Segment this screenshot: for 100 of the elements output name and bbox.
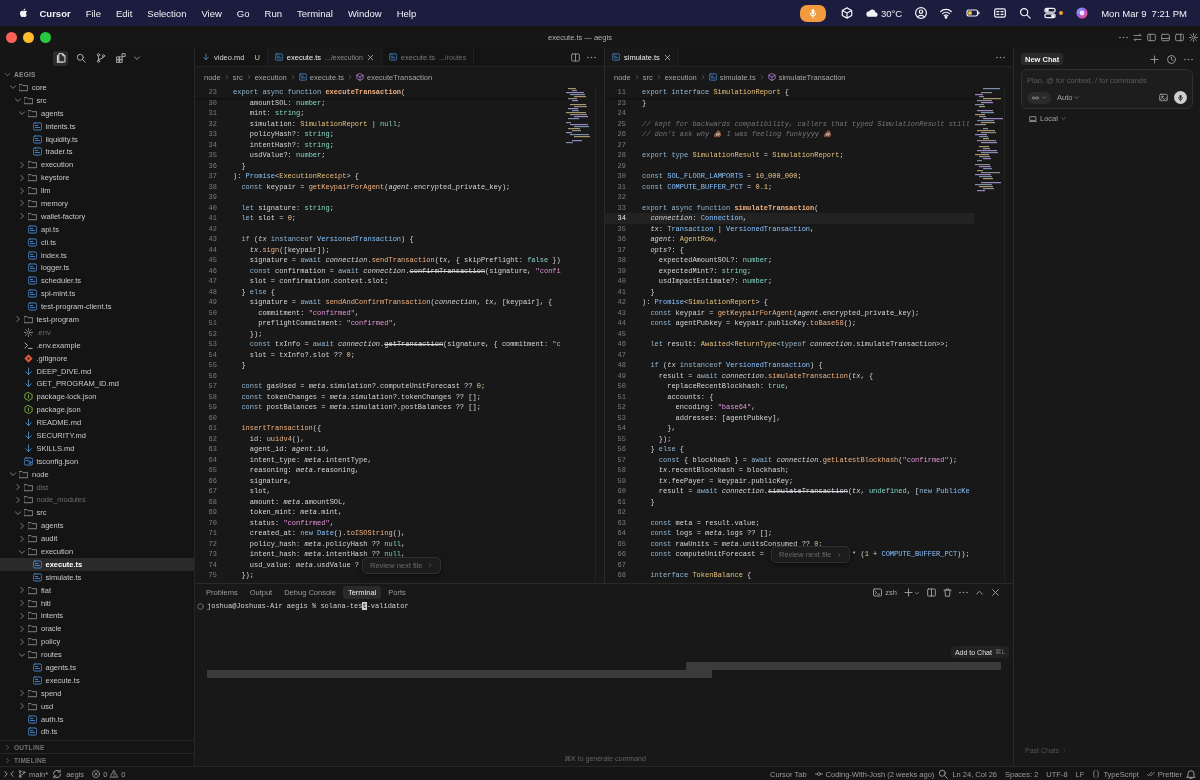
chevron-right-icon bbox=[426, 562, 433, 568]
menu-item[interactable]: Run bbox=[257, 7, 290, 19]
code-file-icon bbox=[28, 727, 37, 737]
caret-icon bbox=[1074, 95, 1080, 100]
menu-item[interactable]: Window bbox=[340, 7, 390, 19]
wifi-icon[interactable] bbox=[940, 7, 953, 19]
split-terminal-icon[interactable] bbox=[927, 588, 936, 597]
laptop-icon bbox=[1029, 114, 1037, 123]
menu-item[interactable]: View bbox=[193, 7, 230, 19]
clock[interactable]: 7:21 PM bbox=[1151, 7, 1187, 19]
extensions-view-button[interactable] bbox=[113, 50, 128, 66]
code-file-icon bbox=[28, 250, 37, 260]
menu-item[interactable]: Help bbox=[389, 7, 424, 19]
diamond-icon bbox=[23, 353, 33, 363]
cloud-icon[interactable] bbox=[865, 7, 878, 19]
chevron-right-icon bbox=[289, 74, 296, 80]
hexagon-icon bbox=[23, 405, 33, 415]
search-icon[interactable] bbox=[938, 769, 949, 779]
chevron-up-icon[interactable] bbox=[975, 588, 984, 597]
minimap[interactable] bbox=[974, 88, 1004, 192]
menu-item[interactable]: Edit bbox=[108, 7, 140, 19]
settings-icon[interactable] bbox=[1189, 32, 1198, 42]
sidebar-toggle-icon[interactable] bbox=[1175, 32, 1184, 42]
down-arrow-icon bbox=[23, 366, 33, 376]
weather-reading[interactable]: 30°C bbox=[880, 7, 903, 19]
menu-item[interactable]: File bbox=[78, 7, 109, 19]
close-icon[interactable] bbox=[991, 588, 1000, 597]
swap-arrows-icon[interactable] bbox=[1133, 32, 1142, 42]
code-file-icon bbox=[28, 289, 37, 299]
panel-toggle-icon[interactable] bbox=[1161, 32, 1170, 42]
caret-icon bbox=[1042, 95, 1047, 100]
agent-mode-button[interactable] bbox=[1027, 91, 1051, 104]
toggle-switches-icon[interactable] bbox=[1044, 7, 1057, 19]
chevron-right-icon bbox=[699, 74, 706, 80]
chevron-right-icon bbox=[633, 74, 640, 80]
gradient-orb-icon[interactable] bbox=[1076, 7, 1089, 19]
code-file-icon bbox=[612, 53, 620, 61]
status-circle-icon bbox=[197, 602, 204, 610]
plus-icon[interactable] bbox=[904, 588, 913, 597]
code-file-icon bbox=[32, 572, 42, 582]
chevron-right-icon bbox=[347, 74, 353, 80]
chevron-right-icon bbox=[1062, 748, 1068, 753]
app-menu[interactable]: Cursor bbox=[32, 7, 79, 19]
image-icon[interactable] bbox=[1159, 93, 1168, 102]
bell-icon[interactable] bbox=[1186, 769, 1196, 779]
battery-icon[interactable] bbox=[965, 7, 982, 19]
extensions-icon bbox=[115, 53, 126, 63]
chevron-down-icon[interactable] bbox=[133, 54, 141, 62]
card-icon[interactable] bbox=[994, 7, 1007, 19]
user-icon[interactable] bbox=[915, 7, 928, 19]
remote-icon[interactable] bbox=[4, 769, 14, 779]
apple-logo-icon[interactable] bbox=[18, 7, 29, 19]
caret-icon[interactable] bbox=[914, 589, 920, 596]
search-icon bbox=[75, 53, 86, 63]
history-icon[interactable] bbox=[1167, 54, 1176, 64]
menu-item[interactable]: Selection bbox=[139, 7, 194, 19]
code-file-icon bbox=[298, 73, 307, 81]
code-file-icon bbox=[388, 53, 397, 61]
files-icon bbox=[55, 53, 66, 63]
code-file-icon bbox=[708, 73, 717, 81]
code-file-icon bbox=[28, 302, 37, 312]
warning-icon bbox=[110, 770, 119, 778]
cube-icon[interactable] bbox=[840, 7, 853, 19]
close-icon[interactable] bbox=[663, 53, 671, 61]
gear-icon bbox=[23, 327, 33, 337]
microphone-icon bbox=[1177, 93, 1184, 102]
search-icon[interactable] bbox=[1019, 7, 1032, 19]
sidebar-toggle-icon[interactable] bbox=[1147, 32, 1156, 42]
sync-icon[interactable] bbox=[52, 769, 63, 779]
chevron-right-icon bbox=[223, 74, 230, 80]
menu-item[interactable]: Terminal bbox=[289, 7, 341, 19]
code-file-icon bbox=[32, 559, 42, 569]
minimize-window-icon[interactable] bbox=[23, 31, 34, 43]
microphone-button[interactable] bbox=[799, 4, 826, 22]
config-file-icon bbox=[23, 456, 33, 466]
cube-icon bbox=[356, 73, 364, 81]
date[interactable]: Mon Mar 9 bbox=[1101, 7, 1147, 19]
code-file-icon bbox=[28, 714, 37, 724]
plus-icon[interactable] bbox=[1150, 54, 1159, 64]
infinity-icon bbox=[1031, 93, 1040, 102]
code-file-icon bbox=[28, 224, 37, 234]
code-file-icon bbox=[32, 663, 42, 672]
menu-item[interactable]: Go bbox=[229, 7, 258, 19]
terminal-icon bbox=[873, 588, 883, 597]
terminal-prompt-icon bbox=[23, 340, 33, 350]
split-editor-icon[interactable] bbox=[571, 52, 580, 62]
error-icon bbox=[92, 770, 101, 778]
voice-button[interactable] bbox=[1174, 91, 1187, 104]
microphone-icon bbox=[807, 7, 818, 19]
status-dot-icon bbox=[1059, 11, 1064, 15]
code-file-icon bbox=[32, 134, 42, 144]
code-file-icon bbox=[32, 121, 42, 131]
explorer-view-button[interactable] bbox=[53, 50, 68, 66]
close-window-icon[interactable] bbox=[6, 31, 17, 43]
braces-icon bbox=[1092, 770, 1101, 778]
maximize-window-icon[interactable] bbox=[40, 31, 51, 43]
close-icon[interactable] bbox=[366, 53, 374, 61]
code-file-icon bbox=[32, 147, 42, 157]
code-file-icon bbox=[32, 675, 42, 685]
trash-icon[interactable] bbox=[943, 588, 952, 597]
